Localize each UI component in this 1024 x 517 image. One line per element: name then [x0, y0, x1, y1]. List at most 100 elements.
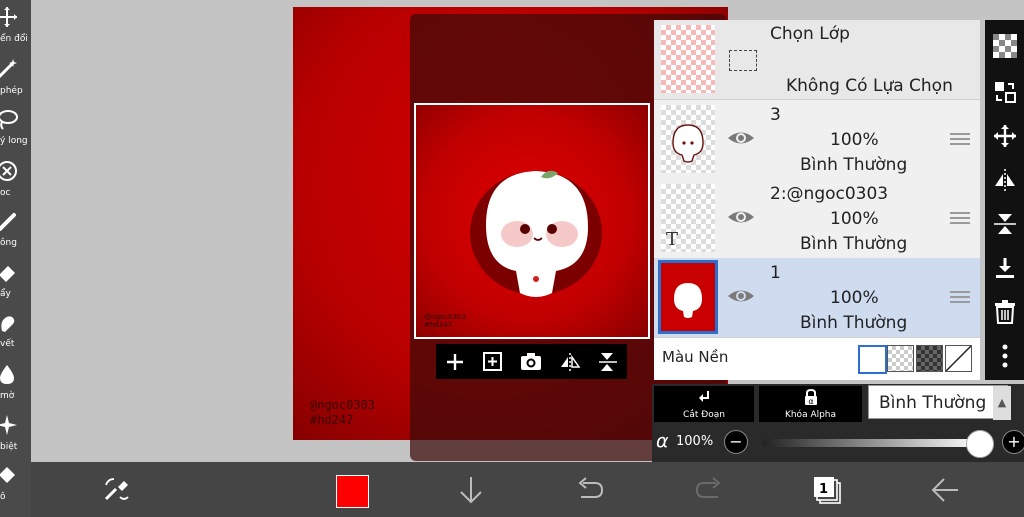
- clip-arrow-icon: [699, 391, 709, 402]
- current-color-swatch[interactable]: [336, 475, 369, 508]
- drag-handle-icon[interactable]: [950, 212, 970, 224]
- clipping-button[interactable]: Cắt Đoạn: [654, 386, 754, 422]
- layer-count: 1: [819, 482, 829, 497]
- layers-panel: Chọn Lớp Không Có Lựa Chọn 3 100% Bình T…: [654, 20, 980, 380]
- magic-wand-icon: [0, 58, 18, 80]
- blend-mode-select[interactable]: Bình Thường ▲: [868, 385, 1011, 420]
- tool-brush[interactable]: ông: [0, 204, 31, 254]
- background-transparent-swatch[interactable]: [887, 345, 914, 372]
- tool-transform[interactable]: ển đổi: [0, 0, 31, 50]
- tool-smudge[interactable]: vết: [0, 305, 31, 355]
- svg-text:α: α: [808, 397, 813, 406]
- more-options-icon[interactable]: [991, 342, 1019, 370]
- move-layer-icon[interactable]: [991, 122, 1019, 150]
- bucket-icon: [0, 464, 18, 486]
- pen-eraser-toggle-icon[interactable]: [99, 472, 135, 508]
- background-label: Màu Nền: [662, 348, 729, 366]
- tool-label: oc: [0, 188, 11, 198]
- layers-page-icon[interactable]: 1: [809, 472, 845, 508]
- tool-label: ẩy: [0, 289, 11, 299]
- tool-label: ông: [0, 238, 17, 248]
- transparent-layer-icon[interactable]: [991, 32, 1019, 60]
- background-dark-swatch[interactable]: [916, 345, 943, 372]
- alpha-slider-track[interactable]: [762, 439, 980, 447]
- selection-thumbnail: [661, 25, 715, 93]
- layer-actions-strip: [985, 20, 1024, 380]
- alpha-slider-knob[interactable]: [966, 430, 994, 458]
- tool-label: ý long: [0, 136, 28, 146]
- layer-blend-mode: Bình Thường: [800, 234, 908, 254]
- artwork-signature: @ngoc0303 #hd247: [310, 398, 375, 428]
- layer-thumbnail: [661, 105, 715, 173]
- flip-horizontal-icon[interactable]: [556, 348, 584, 376]
- lock-alpha-button[interactable]: α Khóa Alpha: [759, 386, 862, 422]
- preview-signature: @ngoc0303 #hd247: [424, 313, 466, 329]
- layer-opacity: 100%: [830, 130, 879, 150]
- background-none-swatch[interactable]: [945, 345, 972, 372]
- chevron-up-icon: ▲: [993, 386, 1011, 420]
- lock-icon: α: [805, 389, 817, 406]
- left-toolbar: ển đổi phép ý long oc ông ẩy vết mờ biệt…: [0, 0, 31, 517]
- tool-label: vết: [0, 339, 15, 349]
- layer-row[interactable]: T 2:@ngoc0303 100% Bình Thường: [654, 179, 980, 259]
- tool-label: mờ: [0, 391, 15, 401]
- smudge-icon: [0, 311, 18, 333]
- merge-down-icon[interactable]: [991, 254, 1019, 282]
- blur-drop-icon: [0, 363, 18, 385]
- clipping-label: Cắt Đoạn: [683, 410, 725, 420]
- text-layer-icon: T: [666, 229, 679, 250]
- back-arrow-icon[interactable]: [927, 472, 963, 508]
- tool-special[interactable]: biệt: [0, 408, 31, 458]
- layer-blend-mode: Bình Thường: [800, 155, 908, 175]
- move-arrows-icon: [0, 6, 18, 28]
- flip-layer-horizontal-icon[interactable]: [991, 166, 1019, 194]
- background-color-row: Màu Nền: [654, 338, 980, 380]
- arrow-down-icon[interactable]: [453, 472, 489, 508]
- tool-magic-wand[interactable]: phép: [0, 52, 31, 102]
- swap-layer-icon[interactable]: [991, 78, 1019, 106]
- tool-label: phép: [0, 86, 23, 96]
- preview-image: [416, 105, 648, 337]
- preview-toolbar: [436, 344, 627, 379]
- camera-icon[interactable]: [517, 348, 545, 376]
- drag-handle-icon[interactable]: [950, 291, 970, 303]
- undo-icon[interactable]: [572, 472, 608, 508]
- redo-icon[interactable]: [691, 472, 727, 508]
- layer-name: 2:@ngoc0303: [770, 184, 889, 204]
- background-white-swatch[interactable]: [858, 345, 887, 374]
- selection-status: Không Có Lựa Chọn: [786, 76, 953, 96]
- drag-handle-icon[interactable]: [950, 133, 970, 145]
- tool-label: biệt: [0, 442, 18, 452]
- layer-row-selected[interactable]: 1 100% Bình Thường: [654, 258, 980, 338]
- layer-name: 1: [770, 263, 781, 283]
- layer-row[interactable]: 3 100% Bình Thường: [654, 100, 980, 180]
- bottom-toolbar: 1: [31, 462, 1024, 517]
- layer-options-bar: Cắt Đoạn α Khóa Alpha Bình Thường ▲ α 10…: [652, 384, 1024, 462]
- flip-layer-vertical-icon[interactable]: [991, 210, 1019, 238]
- lock-alpha-label: Khóa Alpha: [784, 410, 837, 420]
- tool-filter[interactable]: oc: [0, 154, 31, 204]
- trash-icon[interactable]: [991, 298, 1019, 326]
- signature-line: #hd247: [310, 413, 354, 427]
- tool-bucket[interactable]: ô: [0, 458, 31, 508]
- selection-title: Chọn Lớp: [770, 24, 850, 44]
- layer-thumbnail: [658, 260, 718, 334]
- alpha-increase-button[interactable]: +: [1002, 430, 1024, 454]
- visibility-eye-icon[interactable]: [726, 285, 756, 307]
- character-illustration: [470, 170, 602, 297]
- tool-lasso[interactable]: ý long: [0, 102, 31, 152]
- flip-vertical-icon[interactable]: [594, 348, 622, 376]
- preview-signature-line: #hd247: [424, 321, 453, 329]
- visibility-eye-icon[interactable]: [726, 127, 756, 149]
- tool-eraser[interactable]: ẩy: [0, 255, 31, 305]
- lasso-icon: [0, 108, 18, 130]
- add-layer-icon[interactable]: [441, 348, 469, 376]
- tool-label: ển đổi: [0, 34, 28, 44]
- add-filled-layer-icon[interactable]: [479, 348, 507, 376]
- selection-layer-row[interactable]: Chọn Lớp Không Có Lựa Chọn: [654, 20, 980, 100]
- layer-opacity: 100%: [830, 288, 879, 308]
- visibility-eye-icon[interactable]: [726, 206, 756, 228]
- tool-blur[interactable]: mờ: [0, 357, 31, 407]
- eraser-icon: [0, 261, 18, 283]
- alpha-decrease-button[interactable]: −: [724, 430, 748, 454]
